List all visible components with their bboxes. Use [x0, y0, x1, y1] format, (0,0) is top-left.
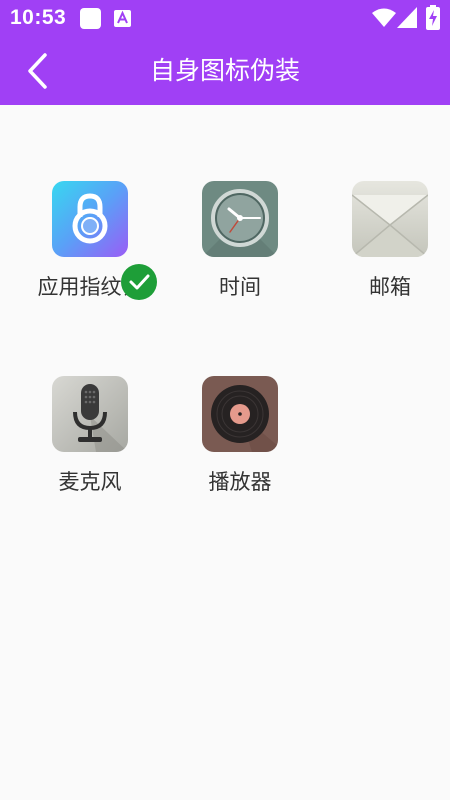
- disguise-option-fingerprint-lock[interactable]: 应用指纹锁: [15, 181, 165, 321]
- screen: 10:53 自身图标伪装 应用指纹锁 时间 邮箱 麦克风 播放器: [0, 0, 450, 800]
- option-label: 时间: [219, 275, 261, 299]
- wifi-icon: [372, 8, 396, 32]
- disguise-option-clock[interactable]: 时间: [165, 181, 315, 321]
- disguise-option-player[interactable]: 播放器: [165, 376, 315, 516]
- disguise-option-microphone[interactable]: 麦克风: [15, 376, 165, 516]
- square-notification-icon: [79, 7, 102, 34]
- microphone-icon: [52, 376, 128, 452]
- status-time: 10:53: [10, 6, 67, 29]
- app-bar: 自身图标伪装: [0, 37, 450, 105]
- status-bar: 10:53: [0, 0, 450, 37]
- fingerprint-lock-icon: [52, 181, 128, 257]
- option-label: 邮箱: [369, 275, 411, 299]
- battery-charging-icon: [426, 5, 440, 34]
- a-notification-icon: [113, 9, 132, 32]
- cellular-signal-icon: [397, 7, 418, 32]
- vinyl-record-icon: [202, 376, 278, 452]
- envelope-icon: [352, 181, 428, 257]
- selected-check-icon: [121, 264, 157, 300]
- page-title: 自身图标伪装: [149, 56, 300, 85]
- clock-icon: [202, 181, 278, 257]
- option-label: 麦克风: [58, 470, 122, 494]
- option-label: 播放器: [208, 470, 272, 494]
- disguise-option-mail[interactable]: 邮箱: [315, 181, 450, 321]
